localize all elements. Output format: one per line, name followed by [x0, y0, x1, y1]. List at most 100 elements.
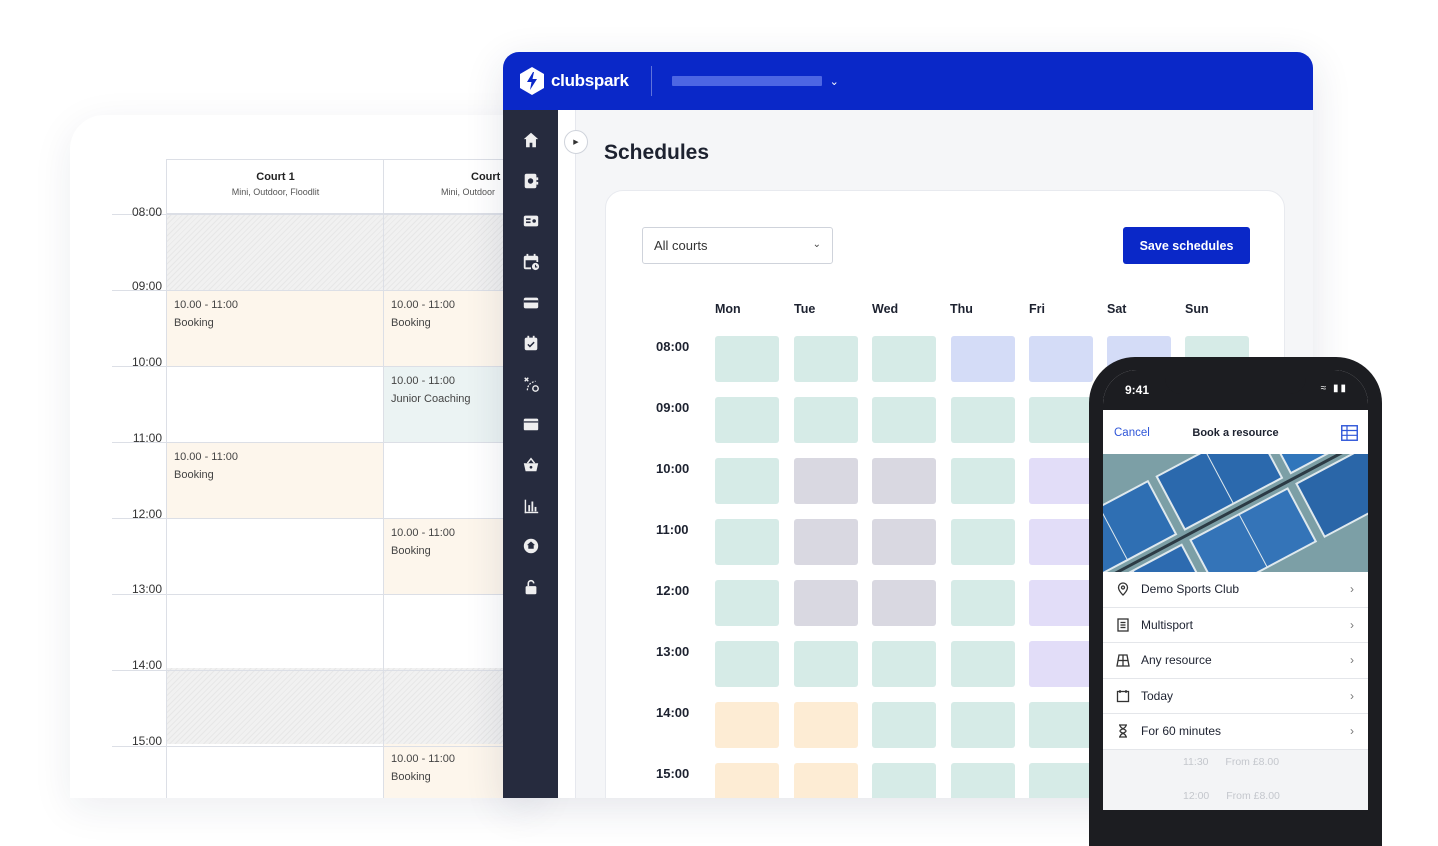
venue-icon[interactable] — [521, 536, 541, 556]
shop-icon[interactable] — [521, 455, 541, 475]
schedule-cell[interactable] — [715, 641, 779, 687]
chevron-right-icon: › — [1350, 653, 1354, 667]
hour-line — [112, 442, 540, 443]
chevron-right-icon: › — [1350, 724, 1354, 738]
hour-line — [112, 746, 540, 747]
hour-line — [112, 594, 540, 595]
secondary-panel — [558, 110, 576, 798]
access-icon[interactable] — [521, 577, 541, 597]
chevron-down-icon: ⌄ — [829, 75, 839, 88]
video-icon[interactable] — [521, 414, 541, 434]
schedule-cell[interactable] — [1029, 641, 1093, 687]
bookings-icon[interactable] — [521, 171, 541, 191]
schedule-cell[interactable] — [951, 580, 1015, 626]
schedule-cell[interactable] — [715, 336, 779, 382]
table-view-icon[interactable] — [1341, 425, 1358, 441]
hour-line — [112, 366, 540, 367]
schedule-cell[interactable] — [794, 336, 858, 382]
schedule-cell[interactable] — [951, 519, 1015, 565]
location-pin-icon — [1115, 581, 1131, 597]
time-label: 15:00 — [131, 734, 162, 748]
booking-slot[interactable]: 10.00 - 11:00 Booking — [167, 290, 383, 366]
schedule-cell[interactable] — [872, 519, 936, 565]
topbar-divider — [650, 66, 652, 96]
page-title: Schedules — [604, 141, 710, 164]
schedule-cell[interactable] — [1029, 336, 1093, 382]
schedule-cell[interactable] — [872, 397, 936, 443]
schedule-cell[interactable] — [951, 763, 1015, 798]
booking-slot[interactable]: 10.00 - 11:00 Booking — [167, 442, 383, 518]
list-item[interactable]: Today › — [1103, 679, 1368, 714]
hour-label: 09:00 — [656, 400, 690, 415]
schedule-cell[interactable] — [1029, 763, 1093, 798]
time-slot-list: 11:30 From £8.00 12:00 From £8.00 — [1103, 750, 1368, 810]
payments-icon[interactable] — [521, 293, 541, 313]
list-item-label: Any resource — [1141, 653, 1212, 668]
list-item[interactable]: For 60 minutes › — [1103, 714, 1368, 750]
list-item-label: For 60 minutes — [1141, 724, 1222, 739]
schedule-cell[interactable] — [794, 580, 858, 626]
time-slot-row[interactable]: 12:00 From £8.00 — [1183, 790, 1280, 802]
schedule-cell[interactable] — [1029, 458, 1093, 504]
court-name: Court 1 — [256, 171, 295, 183]
hour-label: 11:00 — [656, 522, 689, 537]
events-icon[interactable] — [521, 333, 541, 353]
schedule-cell[interactable] — [1029, 519, 1093, 565]
schedule-cell[interactable] — [872, 458, 936, 504]
hour-label: 08:00 — [656, 339, 690, 354]
save-schedules-button[interactable]: Save schedules — [1123, 227, 1250, 264]
slot-time: 10.00 - 11:00 — [174, 299, 239, 311]
chevron-right-icon: › — [1350, 617, 1354, 632]
schedule-cell[interactable] — [715, 763, 779, 798]
schedule-cell[interactable] — [951, 641, 1015, 687]
day-label: Mon — [715, 302, 741, 316]
schedule-cell[interactable] — [794, 397, 858, 443]
list-item[interactable]: Multisport › — [1103, 608, 1368, 643]
club-name-placeholder — [671, 76, 822, 86]
home-icon[interactable] — [521, 130, 541, 150]
schedule-cell[interactable] — [1029, 580, 1093, 626]
schedule-cell[interactable] — [951, 397, 1015, 443]
schedule-cell[interactable] — [872, 763, 936, 798]
membership-card-icon[interactable] — [521, 211, 541, 231]
schedule-cell[interactable] — [794, 702, 858, 748]
time-slot-row[interactable]: 11:30 From £8.00 — [1183, 756, 1279, 768]
schedule-cell[interactable] — [872, 336, 936, 382]
schedule-cell[interactable] — [951, 336, 1015, 382]
list-item[interactable]: Any resource › — [1103, 643, 1368, 679]
schedule-cell[interactable] — [794, 641, 858, 687]
schedule-cell[interactable] — [715, 458, 779, 504]
hourglass-icon — [1115, 723, 1131, 739]
time-label: 10:00 — [131, 355, 162, 369]
reports-icon[interactable] — [521, 496, 541, 516]
slot-time: 11:30 — [1183, 756, 1209, 768]
schedule-cell[interactable] — [872, 702, 936, 748]
side-nav — [503, 110, 558, 798]
schedule-cell[interactable] — [715, 519, 779, 565]
court-column-header[interactable]: Court 1 Mini, Outdoor, Floodlit — [167, 159, 384, 214]
schedule-cell[interactable] — [872, 580, 936, 626]
coaching-icon[interactable] — [521, 374, 541, 394]
schedule-cell[interactable] — [794, 458, 858, 504]
schedule-cell[interactable] — [715, 702, 779, 748]
schedule-cell[interactable] — [951, 702, 1015, 748]
schedule-cell[interactable] — [1029, 702, 1093, 748]
schedule-cell[interactable] — [715, 580, 779, 626]
club-selector[interactable]: ⌄ — [671, 75, 839, 88]
schedules-icon[interactable] — [521, 252, 541, 272]
list-item-label: Multisport — [1141, 617, 1194, 632]
schedule-cell[interactable] — [1029, 397, 1093, 443]
time-label: 14:00 — [131, 658, 162, 672]
schedule-cell[interactable] — [951, 458, 1015, 504]
day-label: Sat — [1107, 302, 1127, 316]
schedule-cell[interactable] — [794, 763, 858, 798]
expand-panel-button[interactable]: ▶ — [564, 130, 588, 154]
court-icon — [1115, 652, 1131, 668]
day-label: Tue — [794, 302, 816, 316]
slot-label: Booking — [174, 317, 214, 329]
schedule-cell[interactable] — [715, 397, 779, 443]
court-filter-select[interactable]: All courts ⌄ — [642, 227, 833, 264]
schedule-cell[interactable] — [872, 641, 936, 687]
schedule-cell[interactable] — [794, 519, 858, 565]
list-item[interactable]: Demo Sports Club › — [1103, 572, 1368, 608]
